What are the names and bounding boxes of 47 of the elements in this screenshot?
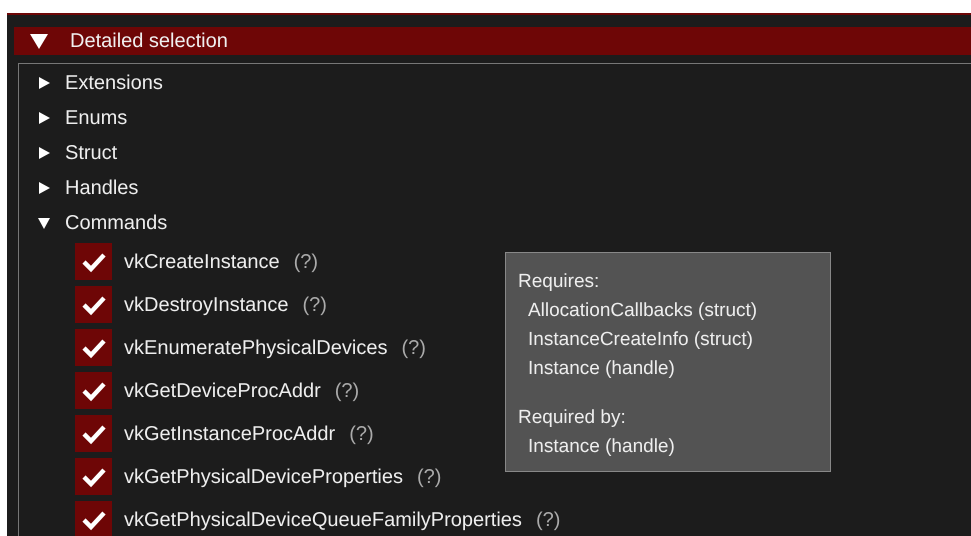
- checkmark-icon: [80, 250, 106, 272]
- help-marker[interactable]: (?): [536, 504, 560, 534]
- checkbox[interactable]: [75, 372, 112, 409]
- checkmark-icon: [80, 294, 106, 316]
- tree-item[interactable]: Commands: [65, 208, 168, 238]
- command-label: vkGetPhysicalDeviceQueueFamilyProperties: [124, 508, 522, 532]
- tooltip-item: Instance (handle): [527, 357, 676, 381]
- tooltip-item: AllocationCallbacks (struct): [527, 299, 758, 323]
- help-marker[interactable]: (?): [349, 418, 374, 448]
- tree-item[interactable]: Handles: [65, 172, 138, 202]
- collapsed-triangle-icon[interactable]: [37, 180, 51, 194]
- checkmark-icon: [80, 508, 106, 530]
- collapsed-triangle-icon[interactable]: [37, 146, 51, 160]
- tooltip-heading: Requires:: [518, 270, 600, 294]
- checkbox[interactable]: [75, 501, 112, 536]
- help-marker[interactable]: (?): [417, 462, 442, 492]
- collapsed-triangle-icon[interactable]: [37, 76, 51, 90]
- help-marker[interactable]: (?): [294, 246, 318, 276]
- command-label: vkDestroyInstance: [124, 292, 289, 318]
- section-title: Detailed selection: [70, 29, 228, 54]
- tree-item[interactable]: Extensions: [65, 68, 163, 98]
- collapsed-triangle-icon[interactable]: [37, 110, 51, 124]
- command-label: vkGetPhysicalDeviceProperties: [124, 464, 403, 490]
- tooltip-item: InstanceCreateInfo (struct): [527, 328, 754, 352]
- help-marker[interactable]: (?): [302, 290, 327, 320]
- checkmark-icon: [80, 380, 106, 402]
- checkbox[interactable]: [75, 286, 112, 323]
- tree-item[interactable]: Enums: [65, 102, 128, 132]
- checkmark-icon: [80, 466, 106, 488]
- checkmark-icon: [80, 336, 106, 358]
- checkbox[interactable]: [75, 329, 112, 366]
- tooltip-item: Instance (handle): [527, 435, 676, 459]
- expanded-triangle-icon[interactable]: [30, 33, 48, 49]
- command-label: vkGetDeviceProcAddr: [124, 378, 321, 404]
- tree-item[interactable]: Struct: [65, 138, 118, 168]
- checkbox[interactable]: [75, 415, 112, 452]
- checkmark-icon: [80, 422, 106, 444]
- checkbox[interactable]: [75, 243, 112, 280]
- tooltip-heading: Required by:: [518, 406, 627, 430]
- help-marker[interactable]: (?): [334, 376, 360, 406]
- help-marker[interactable]: (?): [401, 332, 426, 362]
- checkbox[interactable]: [75, 458, 112, 495]
- command-label: vkEnumeratePhysicalDevices: [124, 336, 388, 360]
- command-label: vkCreateInstance: [124, 250, 280, 274]
- expanded-triangle-icon[interactable]: [37, 216, 51, 230]
- section-header[interactable]: Detailed selection: [14, 27, 971, 55]
- command-label: vkGetInstanceProcAddr: [124, 422, 336, 446]
